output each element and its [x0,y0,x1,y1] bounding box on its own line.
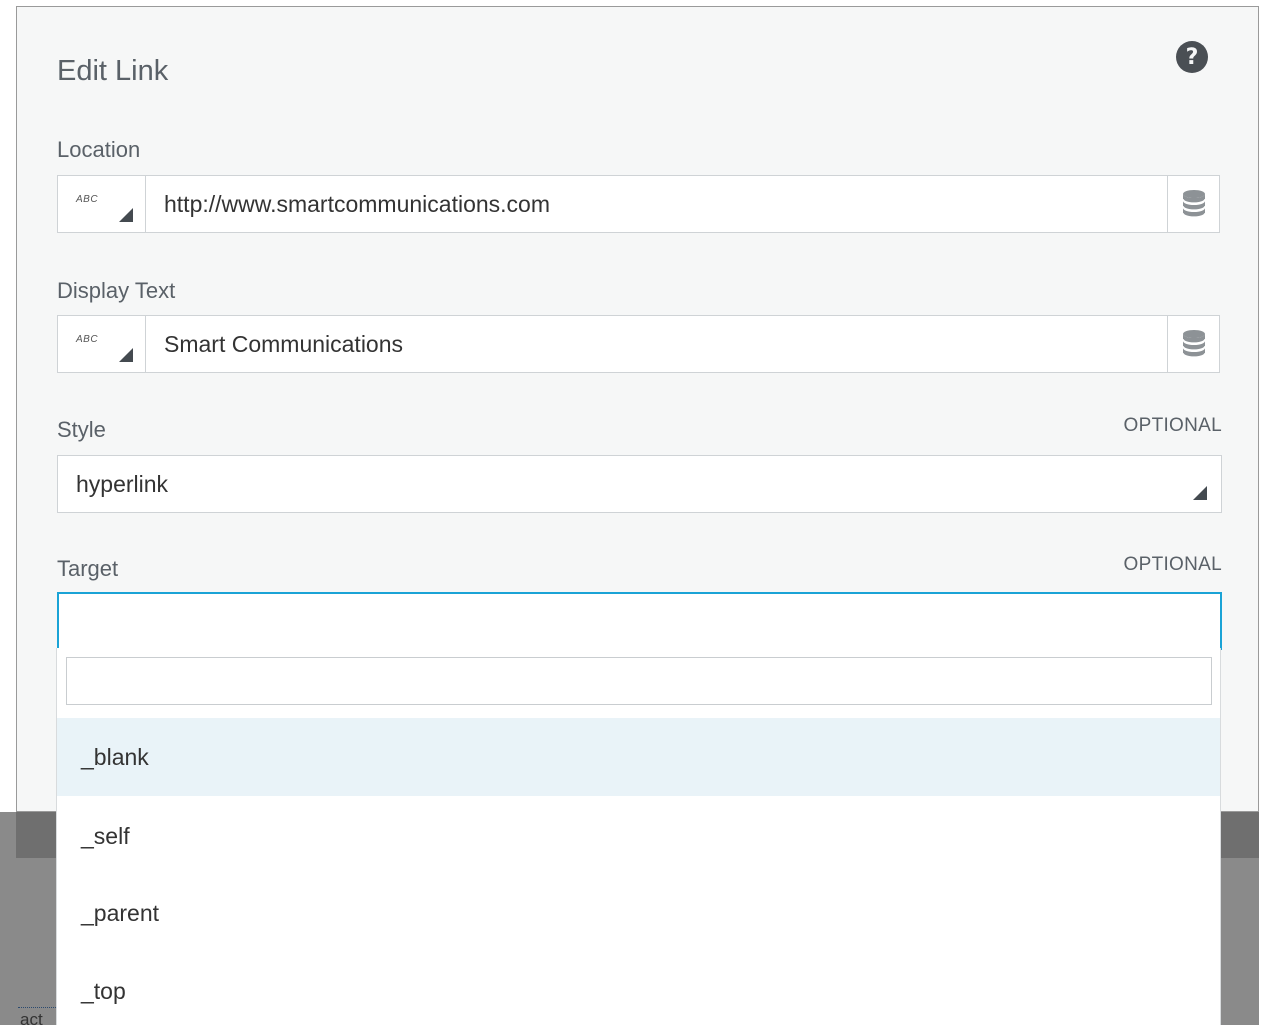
background-text-fragment: act [18,1007,58,1025]
target-optional-label: OPTIONAL [1123,554,1222,575]
target-option-self[interactable]: _self [57,797,1220,875]
database-icon [1181,330,1206,358]
abc-type-icon: ABC [76,194,99,205]
display-text-type-selector[interactable]: ABC [57,315,145,373]
dotted-underline [18,1007,58,1008]
dialog-title: Edit Link [57,55,169,87]
target-dropdown-menu: _blank _self _parent _top [56,648,1221,1025]
display-text-label: Display Text [57,278,176,303]
target-option-blank[interactable]: _blank [57,718,1220,796]
target-dropdown-search-input[interactable] [66,657,1212,705]
display-text-database-button[interactable] [1168,315,1220,373]
abc-type-icon: ABC [76,334,99,345]
dropdown-corner-icon [119,208,133,222]
database-icon [1181,190,1206,218]
location-label: Location [57,137,141,162]
location-type-selector[interactable]: ABC [57,175,145,233]
location-field-row: ABC http://www.smartcommunications.com [57,175,1220,233]
display-text-field-row: ABC Smart Communications [57,315,1220,373]
style-select[interactable]: hyperlink [57,455,1222,513]
target-label: Target [57,556,119,581]
display-text-input[interactable]: Smart Communications [145,315,1168,373]
dropdown-corner-icon [119,348,133,362]
target-option-top[interactable]: _top [57,952,1220,1030]
target-select[interactable] [57,592,1222,650]
question-circle-icon[interactable]: ? [1176,41,1208,73]
target-option-parent[interactable]: _parent [57,874,1220,952]
location-input[interactable]: http://www.smartcommunications.com [145,175,1168,233]
style-label: Style [57,417,106,442]
location-database-button[interactable] [1168,175,1220,233]
style-select-value: hyperlink [76,470,169,497]
background-fragment-text: act [20,1010,43,1025]
style-optional-label: OPTIONAL [1123,415,1222,436]
window-edge [1259,6,1263,1025]
dropdown-corner-icon [1193,486,1207,500]
